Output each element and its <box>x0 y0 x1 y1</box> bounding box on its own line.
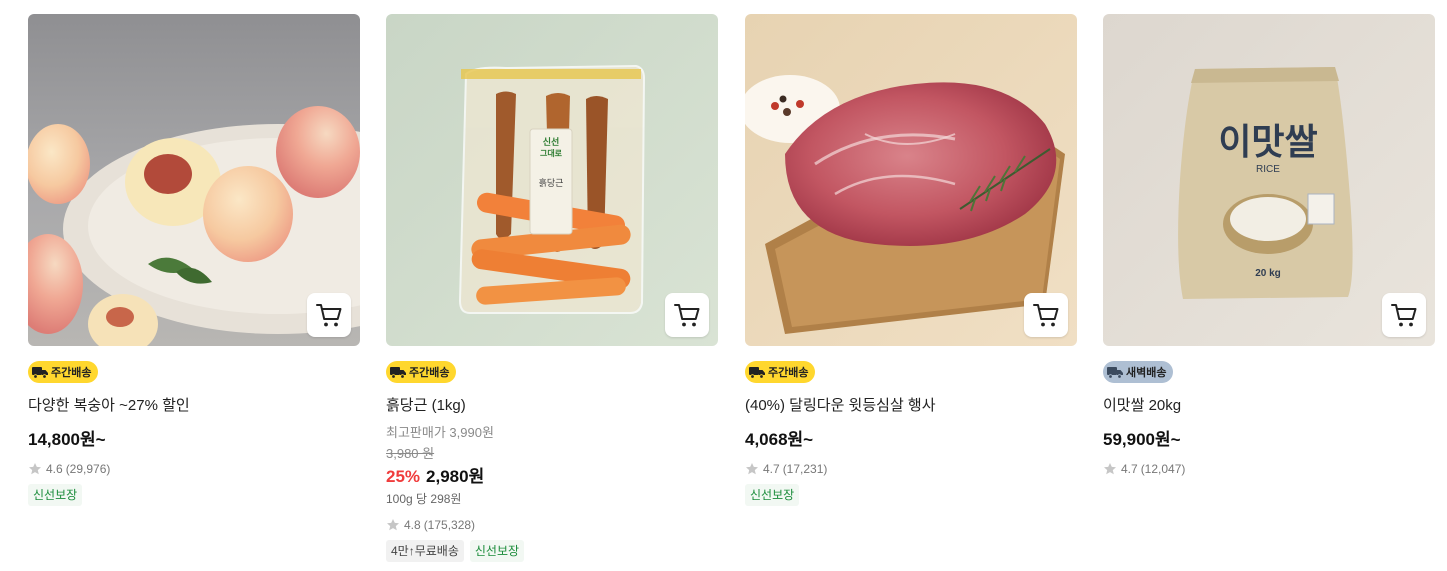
truck-icon <box>1107 367 1123 379</box>
delivery-badge-label: 주간배송 <box>409 367 450 379</box>
cart-icon <box>1391 304 1417 327</box>
truck-icon <box>749 367 765 379</box>
package-label-line2: 그대로 <box>540 148 563 158</box>
package-label-line3: 흙당근 <box>539 177 564 188</box>
review-count: (175,328) <box>423 518 476 532</box>
product-image[interactable] <box>745 14 1077 346</box>
rating: 4.7 (12,047) <box>1103 461 1435 477</box>
tag-list: 신선보장 <box>28 484 360 506</box>
fresh-guarantee-tag: 신선보장 <box>469 540 525 562</box>
cart-icon <box>1033 304 1059 327</box>
truck-icon <box>32 367 48 379</box>
add-to-cart-button[interactable] <box>1024 293 1068 337</box>
rating-value: 4.7 <box>763 462 780 476</box>
discount-rate: 25% <box>386 467 421 486</box>
product-card[interactable]: 주간배송 (40%) 달링다운 윗등심살 행사 4,068원~ 4.7 (17,… <box>745 14 1077 506</box>
product-grid: 주간배송 다양한 복숭아 ~27% 할인 14,800원~ 4.6 (29,97… <box>0 0 1447 571</box>
rating: 4.7 (17,231) <box>745 461 1077 477</box>
star-icon <box>746 463 758 475</box>
add-to-cart-button[interactable] <box>307 293 351 337</box>
original-price: 3,980 원 <box>386 446 435 461</box>
fresh-guarantee-tag: 신선보장 <box>28 484 83 506</box>
rating: 4.8 (175,328) <box>386 517 718 533</box>
fresh-guarantee-tag: 신선보장 <box>745 484 800 506</box>
sale-price-row: 25% 2,980원 <box>386 466 718 488</box>
truck-icon <box>390 367 406 379</box>
product-price: 59,900원~ <box>1103 430 1181 449</box>
cart-icon <box>674 304 700 327</box>
delivery-badge: 주간배송 <box>28 361 99 383</box>
star-icon <box>1104 463 1116 475</box>
delivery-badge-label: 주간배송 <box>768 367 809 379</box>
rating-value: 4.8 <box>404 518 421 532</box>
add-to-cart-button[interactable] <box>665 293 709 337</box>
star-icon <box>387 519 399 531</box>
delivery-badge-label: 새벽배송 <box>1126 367 1167 379</box>
delivery-badge: 주간배송 <box>386 361 457 383</box>
delivery-badge: 새벽배송 <box>1103 361 1174 383</box>
sale-price: 2,980원 <box>426 467 485 486</box>
tag-list: 4만↑무료배송 신선보장 <box>386 540 718 562</box>
product-title[interactable]: 다양한 복숭아 ~27% 할인 <box>28 396 360 416</box>
product-card[interactable]: 주간배송 다양한 복숭아 ~27% 할인 14,800원~ 4.6 (29,97… <box>28 14 360 506</box>
product-price: 4,068원~ <box>745 430 814 449</box>
rating-value: 4.7 <box>1121 462 1138 476</box>
product-card[interactable]: 이맛쌀 RICE 20 kg 새벽배송 이맛쌀 20kg 59,900원~ 4.… <box>1103 14 1435 477</box>
package-label-line1: 신선 <box>543 136 560 147</box>
add-to-cart-button[interactable] <box>1382 293 1426 337</box>
product-image[interactable] <box>28 14 360 346</box>
rice-brand-text: 이맛쌀 <box>1218 121 1317 162</box>
rice-sub-text: RICE <box>1256 164 1280 175</box>
product-image[interactable]: 이맛쌀 RICE 20 kg <box>1103 14 1435 346</box>
tag-list: 신선보장 <box>745 484 1077 506</box>
max-price-label: 최고판매가 3,990원 <box>386 425 494 440</box>
rating: 4.6 (29,976) <box>28 461 360 477</box>
cart-icon <box>316 304 342 327</box>
review-count: (12,047) <box>1140 462 1186 476</box>
product-price: 14,800원~ <box>28 430 106 449</box>
product-image[interactable]: 신선 그대로 흙당근 <box>386 14 718 346</box>
free-shipping-tag: 4만↑무료배송 <box>386 540 464 562</box>
rice-weight-text: 20 kg <box>1255 268 1281 279</box>
product-title[interactable]: 흙당근 (1kg) <box>386 396 718 416</box>
star-icon <box>29 463 41 475</box>
delivery-badge-label: 주간배송 <box>51 367 92 379</box>
delivery-badge: 주간배송 <box>745 361 816 383</box>
product-card[interactable]: 신선 그대로 흙당근 주간배송 흙당근 (1kg) 최고판매가 3,990원 3… <box>386 14 718 562</box>
review-count: (29,976) <box>65 462 111 476</box>
review-count: (17,231) <box>782 462 828 476</box>
product-title[interactable]: 이맛쌀 20kg <box>1103 396 1435 416</box>
unit-price: 100g 당 298원 <box>386 492 462 506</box>
rating-value: 4.6 <box>46 462 63 476</box>
product-title[interactable]: (40%) 달링다운 윗등심살 행사 <box>745 396 1077 416</box>
